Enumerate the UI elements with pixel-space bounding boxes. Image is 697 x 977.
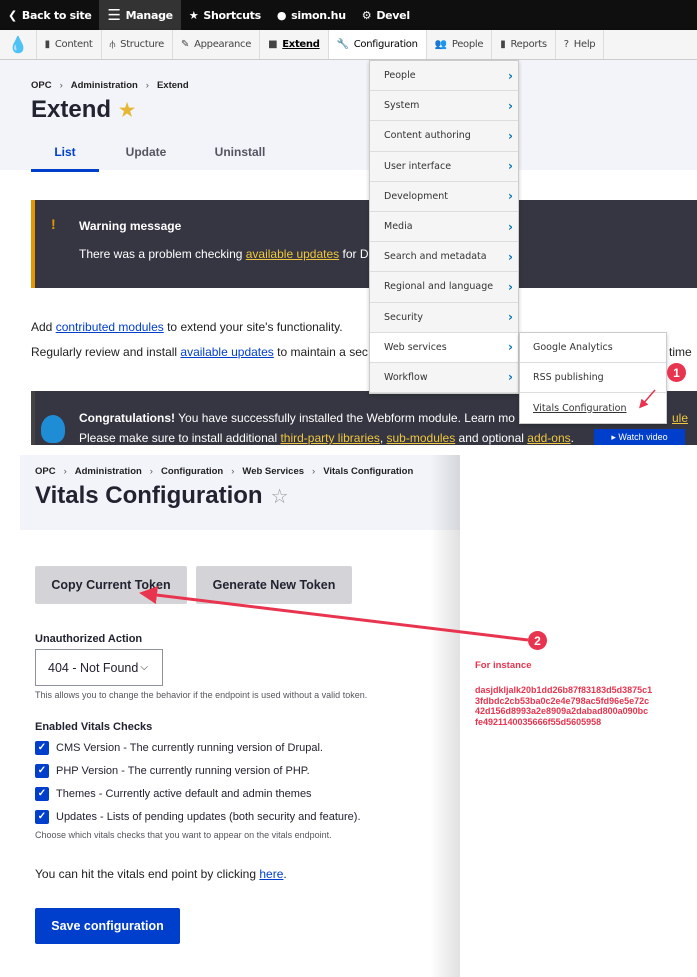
annotation-arrows [139,389,656,642]
arrow-1 [639,389,656,409]
arrow-2 [139,586,529,642]
